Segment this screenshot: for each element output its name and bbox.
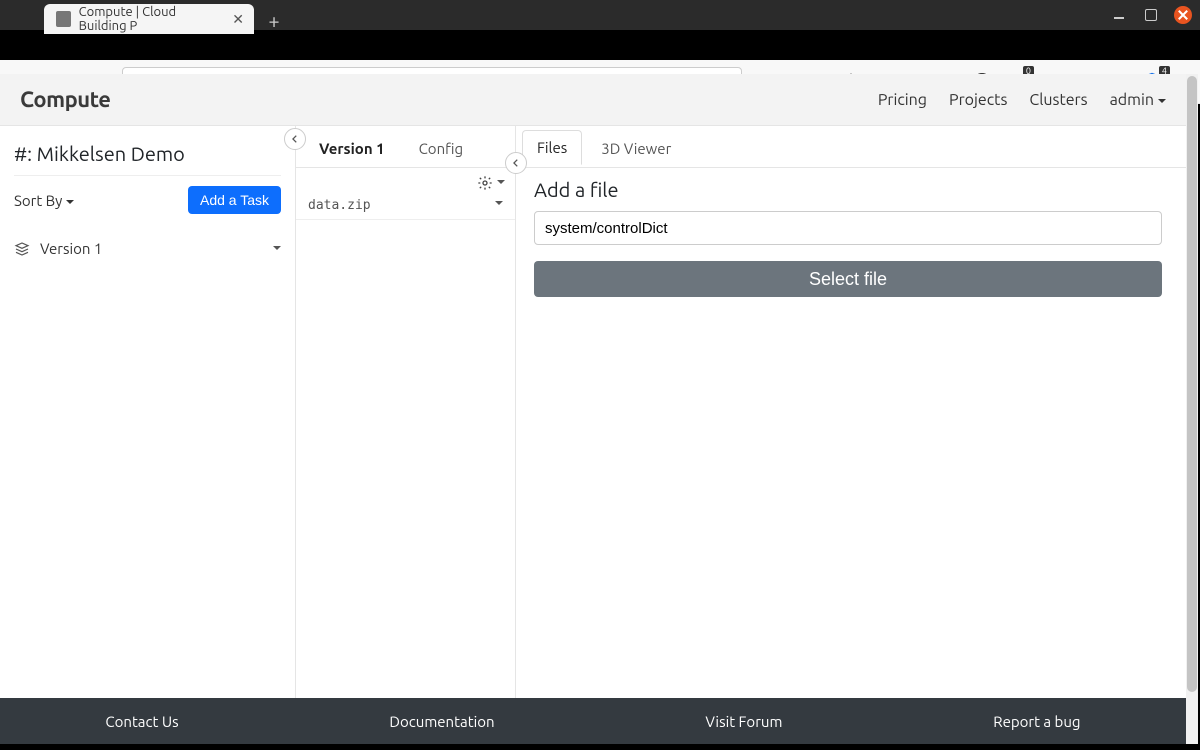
sidebar-item-version[interactable]: Version 1 [14,240,281,257]
file-path-input[interactable] [534,211,1162,245]
tab-files[interactable]: Files [522,130,582,165]
tab-close-icon[interactable]: ✕ [232,11,244,28]
file-name: data.zip [308,198,371,213]
project-sidebar: #: Mikkelsen Demo Sort By Add a Task Ver… [0,126,296,698]
stack-icon [14,241,30,257]
collapse-sidebar-button[interactable] [284,128,306,150]
browser-tab-title: Compute | Cloud Building P [79,5,225,33]
nav-projects[interactable]: Projects [949,91,1007,109]
window-close-button[interactable] [1174,6,1192,24]
footer-contact[interactable]: Contact Us [105,713,178,730]
app-topnav: Compute Pricing Projects Clusters admin [0,74,1186,126]
tab-3d-viewer[interactable]: 3D Viewer [586,131,686,165]
select-file-button[interactable]: Select file [534,261,1162,297]
browser-tab-active[interactable]: Compute | Cloud Building P ✕ [44,4,254,34]
gear-dropdown-icon[interactable] [497,174,505,192]
sort-by-dropdown[interactable]: Sort By [14,192,74,209]
file-item-menu-icon[interactable] [495,198,503,213]
chevron-down-icon[interactable] [273,240,281,257]
brand-logo[interactable]: Compute [20,87,110,112]
collapse-midcol-button[interactable] [505,152,527,174]
window-maximize-button[interactable] [1142,6,1160,24]
footer-forum[interactable]: Visit Forum [705,713,782,730]
app-footer: Contact Us Documentation Visit Forum Rep… [0,698,1186,744]
tab-config[interactable]: Config [404,131,479,165]
nav-clusters[interactable]: Clusters [1029,91,1087,109]
nav-user-dropdown[interactable]: admin [1110,91,1166,109]
main-layout: #: Mikkelsen Demo Sort By Add a Task Ver… [0,126,1186,698]
project-title: #: Mikkelsen Demo [14,142,281,176]
favicon-icon [56,11,71,27]
tab-version[interactable]: Version 1 [304,131,400,165]
add-task-button[interactable]: Add a Task [188,186,281,214]
browser-tabstrip: Compute | Cloud Building P ✕ + [0,0,288,34]
task-column: Version 1 Config data.zip [296,126,516,698]
topnav-links: Pricing Projects Clusters admin [878,91,1166,109]
section-heading: Add a file [534,178,1162,201]
footer-docs[interactable]: Documentation [389,713,494,730]
page-root: Compute Pricing Projects Clusters admin … [0,74,1186,744]
content-column: Files 3D Viewer Add a file Select file [516,126,1186,698]
file-list-item[interactable]: data.zip [296,192,515,220]
gear-icon[interactable] [477,175,493,191]
sidebar-item-label: Version 1 [40,240,102,257]
page-scrollbar[interactable] [1186,74,1198,744]
window-minimize-button[interactable] [1110,6,1128,24]
footer-bug[interactable]: Report a bug [993,713,1080,730]
nav-pricing[interactable]: Pricing [878,91,927,109]
new-tab-button[interactable]: + [260,6,288,34]
